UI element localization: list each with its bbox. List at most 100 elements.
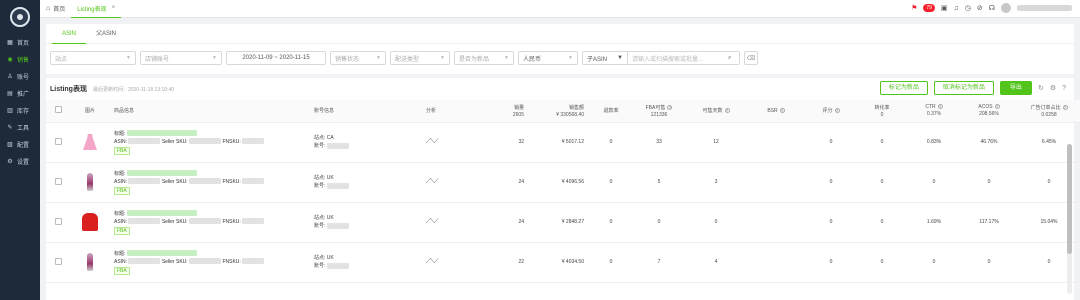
select-all-checkbox[interactable]: [54, 106, 62, 114]
site-select[interactable]: 站点 ▼: [50, 51, 136, 65]
asin-redacted[interactable]: [128, 138, 161, 145]
vertical-scrollbar[interactable]: [1067, 144, 1072, 294]
row-select-cell[interactable]: [46, 162, 70, 203]
date-range-picker[interactable]: 2020-11-09 ~ 2020-11-15: [226, 51, 326, 65]
compass-icon[interactable]: ⊘: [977, 4, 983, 12]
bell-icon[interactable]: ♫: [954, 5, 959, 12]
row-select-cell[interactable]: [46, 202, 70, 243]
info-icon[interactable]: ?: [834, 108, 840, 114]
table-row[interactable]: 标题: ASIN: Seller SKU: FNSKU: FBA 站点: UK 账号…: [46, 202, 1080, 243]
avatar[interactable]: [1001, 3, 1011, 13]
search-box[interactable]: 子ASIN ▼ 请输入或扫描搜索或批量... ⌕: [582, 51, 740, 65]
product-image[interactable]: [82, 213, 98, 231]
sidebar-item-3[interactable]: ▤ 推广: [0, 85, 40, 102]
currency-select[interactable]: 人民币 ▼: [518, 51, 578, 65]
trend-chart-icon[interactable]: ⟋⟍⟋: [426, 138, 439, 145]
row-select-cell[interactable]: [46, 242, 70, 283]
col-fba-stock[interactable]: FBA可售? 121336: [632, 100, 686, 123]
sku-redacted[interactable]: [189, 178, 222, 185]
tab-listing-performance[interactable]: Listing表现 ×: [71, 0, 122, 18]
row-checkbox[interactable]: [54, 177, 62, 185]
scrollbar-thumb[interactable]: [1067, 144, 1072, 254]
fnsku-redacted[interactable]: [242, 218, 265, 225]
analysis-cell[interactable]: ⟋⟍⟋: [422, 202, 476, 243]
col-acos[interactable]: ACOS? 208.56%: [960, 100, 1018, 123]
tab-asin[interactable]: ASIN: [52, 24, 87, 44]
col-ctr[interactable]: CTR? 0.37%: [908, 100, 960, 123]
calendar-icon[interactable]: ▣: [941, 4, 948, 12]
sidebar-item-1[interactable]: ◉ 销售: [0, 51, 40, 68]
sku-redacted[interactable]: [189, 258, 222, 265]
row-checkbox[interactable]: [54, 217, 62, 225]
fnsku-redacted[interactable]: [242, 178, 265, 185]
asin-redacted[interactable]: [128, 258, 161, 265]
table-row[interactable]: 标题: ASIN: Seller SKU: FNSKU: FBA 站点: CA 账号…: [46, 122, 1080, 163]
info-icon[interactable]: ?: [724, 108, 730, 114]
headset-icon[interactable]: ☊: [989, 4, 995, 12]
sidebar-item-4[interactable]: ▥ 库存: [0, 102, 40, 119]
clear-filters-button[interactable]: ⌫: [744, 51, 758, 65]
search-type-select[interactable]: 子ASIN ▼: [583, 52, 628, 64]
info-icon[interactable]: ?: [667, 104, 673, 110]
col-sellable-days[interactable]: 可售天数?: [686, 100, 746, 123]
info-icon[interactable]: ?: [994, 104, 1000, 110]
is-new-select[interactable]: 是否为新品 ▼: [454, 51, 514, 65]
row-select-cell[interactable]: [46, 122, 70, 163]
col-revenue[interactable]: 销售额 ¥ 330568.40: [530, 100, 590, 123]
mark-new-button[interactable]: 标记为新品: [879, 81, 928, 95]
delivery-type-select[interactable]: 配送类型 ▼: [390, 51, 450, 65]
sidebar-item-0[interactable]: ▦ 首页: [0, 34, 40, 51]
product-image[interactable]: [83, 134, 97, 150]
clock-icon[interactable]: ◷: [965, 4, 971, 12]
product-title-redacted[interactable]: [126, 170, 197, 177]
product-image[interactable]: [87, 253, 93, 271]
sidebar-item-7[interactable]: ⚙ 设置: [0, 153, 40, 170]
app-logo[interactable]: [0, 0, 40, 34]
sidebar-item-6[interactable]: ▧ 配置: [0, 136, 40, 153]
export-button[interactable]: 导出: [999, 81, 1032, 95]
analysis-cell[interactable]: ⟋⟍⟋: [422, 122, 476, 163]
notification-badge[interactable]: 79: [923, 4, 935, 12]
product-title-redacted[interactable]: [126, 130, 197, 137]
fnsku-redacted[interactable]: [242, 258, 265, 265]
sidebar-item-2[interactable]: ♙ 账号: [0, 68, 40, 85]
table-row[interactable]: 标题: ASIN: Seller SKU: FNSKU: FBA 站点: UK 账号…: [46, 162, 1080, 203]
trend-chart-icon[interactable]: ⟋⟍⟋: [426, 178, 439, 185]
info-icon[interactable]: ?: [1062, 104, 1068, 110]
sku-redacted[interactable]: [189, 218, 222, 225]
help-icon[interactable]: ?: [1062, 85, 1066, 92]
gear-icon[interactable]: ⚙: [1050, 84, 1056, 92]
select-all-cell[interactable]: [46, 100, 70, 123]
unmark-new-button[interactable]: 取消标记为新品: [933, 81, 994, 95]
info-icon[interactable]: ?: [779, 107, 785, 113]
sidebar-item-5[interactable]: ✎ 工具: [0, 119, 40, 136]
search-input[interactable]: 请输入或扫描搜索或批量...: [628, 54, 728, 63]
product-title-redacted[interactable]: [126, 210, 197, 217]
tab-home[interactable]: ⌂ 首页: [40, 0, 71, 18]
product-title-redacted[interactable]: [126, 250, 197, 257]
sale-status-select[interactable]: 销售状态 ▼: [330, 51, 386, 65]
col-rating[interactable]: 评分?: [806, 100, 856, 123]
flag-icon[interactable]: ⚑: [911, 4, 917, 12]
analysis-cell[interactable]: ⟋⟍⟋: [422, 242, 476, 283]
col-sales[interactable]: 销量 2605: [476, 100, 530, 123]
table-row[interactable]: 标题: ASIN: Seller SKU: FNSKU: FBA 站点: UK 账号…: [46, 242, 1080, 283]
asin-redacted[interactable]: [128, 218, 161, 225]
search-icon[interactable]: ⌕: [728, 55, 735, 62]
username-redacted[interactable]: [1017, 5, 1072, 11]
sku-redacted[interactable]: [189, 138, 222, 145]
row-checkbox[interactable]: [54, 137, 62, 145]
col-conversion[interactable]: 转化率 0: [856, 100, 908, 123]
fnsku-redacted[interactable]: [242, 138, 265, 145]
row-checkbox[interactable]: [54, 257, 62, 265]
analysis-cell[interactable]: ⟋⟍⟋: [422, 162, 476, 203]
col-ad-order-ratio[interactable]: 广告订单占比? 0.0258: [1018, 100, 1080, 123]
info-icon[interactable]: ?: [937, 104, 943, 110]
product-image[interactable]: [87, 173, 93, 191]
tab-parent-asin[interactable]: 父ASIN: [86, 24, 126, 44]
asin-redacted[interactable]: [128, 178, 161, 185]
close-icon[interactable]: ×: [112, 5, 116, 11]
col-return-rate[interactable]: 退款率: [590, 100, 632, 123]
refresh-icon[interactable]: ↻: [1038, 84, 1044, 92]
trend-chart-icon[interactable]: ⟋⟍⟋: [426, 218, 439, 225]
